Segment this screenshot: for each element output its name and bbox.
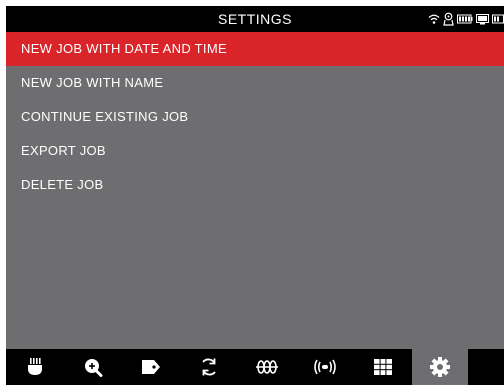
bottom-toolbar	[6, 349, 504, 385]
device-screen: SETTINGS NEW JOB WITH DATE AND TIME NEW …	[6, 6, 504, 385]
tag-button[interactable]	[122, 349, 180, 385]
settings-gear-icon	[429, 356, 451, 378]
rotate-button[interactable]	[180, 349, 238, 385]
display-icon	[476, 13, 489, 25]
battery-icon	[457, 14, 473, 24]
settings-button[interactable]	[412, 349, 468, 385]
settings-menu: NEW JOB WITH DATE AND TIME NEW JOB WITH …	[6, 32, 504, 349]
status-icons	[428, 11, 504, 27]
zoom-in-icon	[83, 357, 103, 377]
grid-button[interactable]	[354, 349, 412, 385]
transmitter-icon	[313, 358, 337, 376]
battery-small-icon	[492, 14, 504, 24]
menu-item-new-job-date-time[interactable]: NEW JOB WITH DATE AND TIME	[6, 32, 504, 66]
menu-item-export-job[interactable]: EXPORT JOB	[6, 134, 504, 168]
grid-icon	[373, 358, 393, 376]
menu-item-new-job-name[interactable]: NEW JOB WITH NAME	[6, 66, 504, 100]
camera-head-button[interactable]	[6, 349, 64, 385]
tag-icon	[140, 358, 162, 376]
rotate-icon	[199, 357, 219, 377]
menu-item-continue-existing-job[interactable]: CONTINUE EXISTING JOB	[6, 100, 504, 134]
bluetooth-icon	[443, 12, 454, 26]
menu-item-delete-job[interactable]: DELETE JOB	[6, 168, 504, 202]
transmitter-button[interactable]	[296, 349, 354, 385]
zoom-in-button[interactable]	[64, 349, 122, 385]
camera-head-icon	[25, 357, 45, 377]
wifi-icon	[428, 13, 440, 25]
status-bar: SETTINGS	[6, 6, 504, 32]
sonde-button[interactable]	[238, 349, 296, 385]
sonde-icon	[255, 359, 279, 375]
